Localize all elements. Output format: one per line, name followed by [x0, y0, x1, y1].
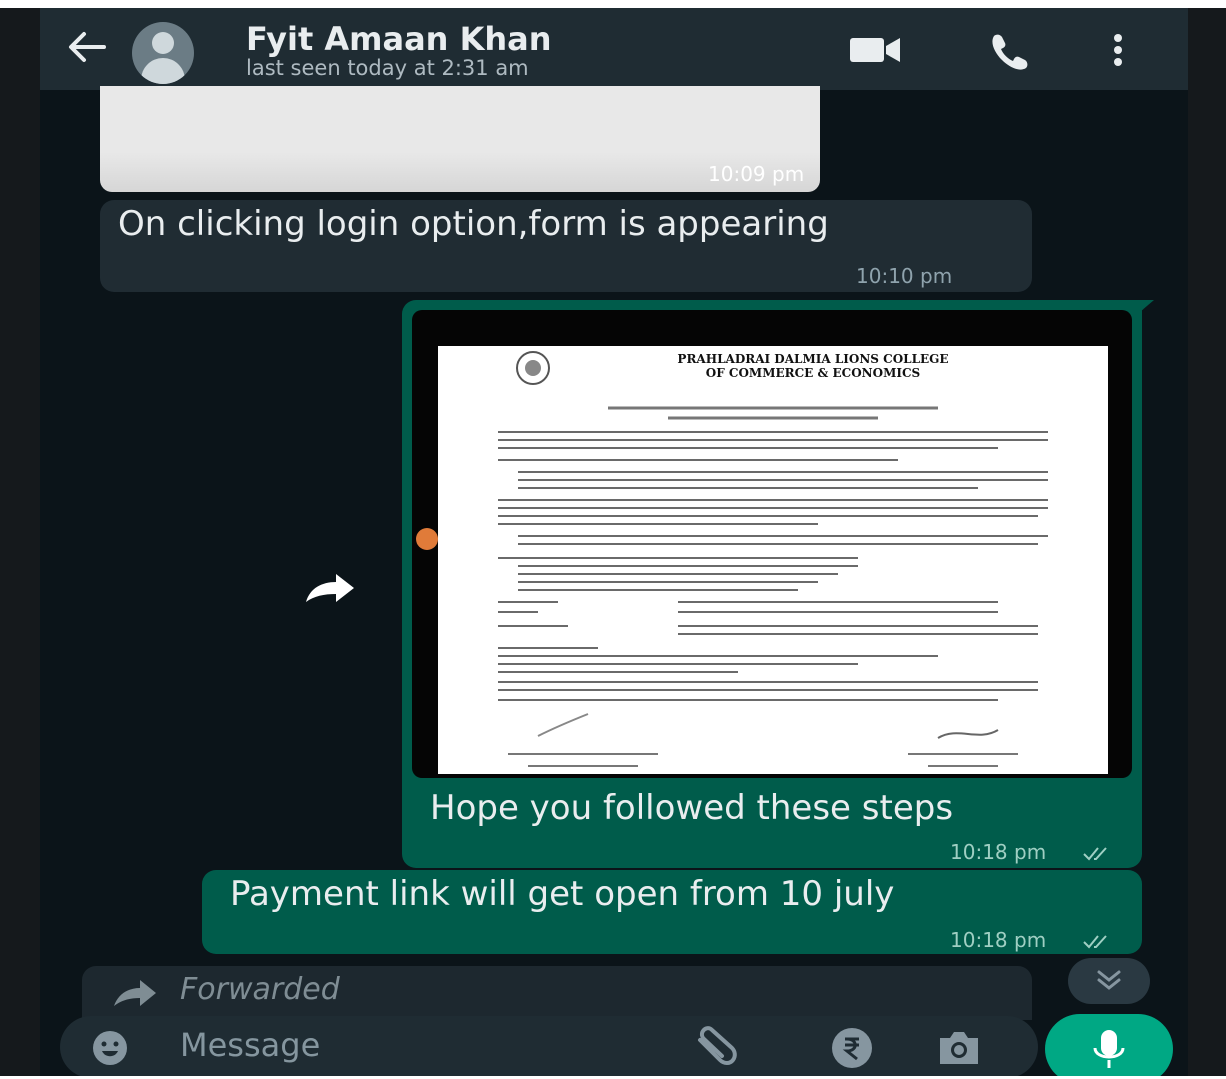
document-subtitle: OF COMMERCE & ECONOMICS	[705, 366, 921, 380]
forwarded-label: Forwarded	[180, 972, 340, 1007]
outgoing-text-message[interactable]: Payment link will get open from 10 july …	[202, 870, 1142, 954]
document-content	[498, 351, 1048, 767]
bubble-tail	[1140, 300, 1154, 312]
outgoing-image-message[interactable]: PRAHLADRAI DALMIA LIONS COLLEGE OF COMME…	[402, 300, 1154, 868]
forward-icon	[112, 976, 160, 1010]
message-time: 10:09 pm	[708, 162, 805, 186]
attach-icon[interactable]	[690, 1024, 740, 1070]
avatar-head-icon	[152, 32, 174, 54]
message-text: Payment link will get open from 10 july	[230, 874, 895, 914]
mic-icon	[1093, 1030, 1125, 1068]
emoji-icon[interactable]	[90, 1028, 130, 1068]
right-frame	[1188, 8, 1226, 1076]
left-frame	[0, 8, 40, 1076]
avatar[interactable]	[132, 22, 194, 84]
message-time: 10:18 pm	[950, 928, 1047, 952]
chat-screen: Fyit Amaan Khan last seen today at 2:31 …	[40, 8, 1188, 1076]
camera-icon[interactable]	[936, 1028, 982, 1068]
chat-header: Fyit Amaan Khan last seen today at 2:31 …	[40, 8, 1188, 90]
document-page: PRAHLADRAI DALMIA LIONS COLLEGE OF COMME…	[438, 346, 1108, 774]
more-options-icon[interactable]	[1106, 30, 1130, 70]
message-input[interactable]: Message	[180, 1026, 320, 1064]
orange-dot-icon	[416, 528, 438, 550]
document-image[interactable]: PRAHLADRAI DALMIA LIONS COLLEGE OF COMME…	[412, 310, 1132, 778]
image-caption: Hope you followed these steps	[430, 788, 954, 828]
phone-icon[interactable]	[986, 30, 1034, 70]
last-seen-status: last seen today at 2:31 am	[246, 56, 529, 80]
document-title: PRAHLADRAI DALMIA LIONS COLLEGE	[677, 352, 949, 366]
message-time: 10:10 pm	[856, 264, 953, 288]
mic-button[interactable]	[1045, 1014, 1173, 1076]
avatar-body-icon	[141, 58, 185, 84]
incoming-text-message[interactable]: On clicking login option,form is appeari…	[100, 200, 1032, 292]
contact-name[interactable]: Fyit Amaan Khan	[246, 20, 552, 58]
scroll-down-icon[interactable]	[1068, 958, 1150, 1004]
back-arrow-icon[interactable]	[64, 24, 110, 70]
video-call-icon[interactable]	[846, 30, 900, 70]
message-text: On clicking login option,form is appeari…	[118, 204, 829, 244]
double-tick-icon	[1082, 932, 1112, 952]
double-tick-icon	[1082, 844, 1112, 864]
rupee-icon[interactable]	[830, 1026, 874, 1070]
incoming-image-message[interactable]: 10:09 pm	[100, 86, 820, 192]
forward-icon[interactable]	[302, 568, 358, 608]
message-time: 10:18 pm	[950, 840, 1047, 864]
